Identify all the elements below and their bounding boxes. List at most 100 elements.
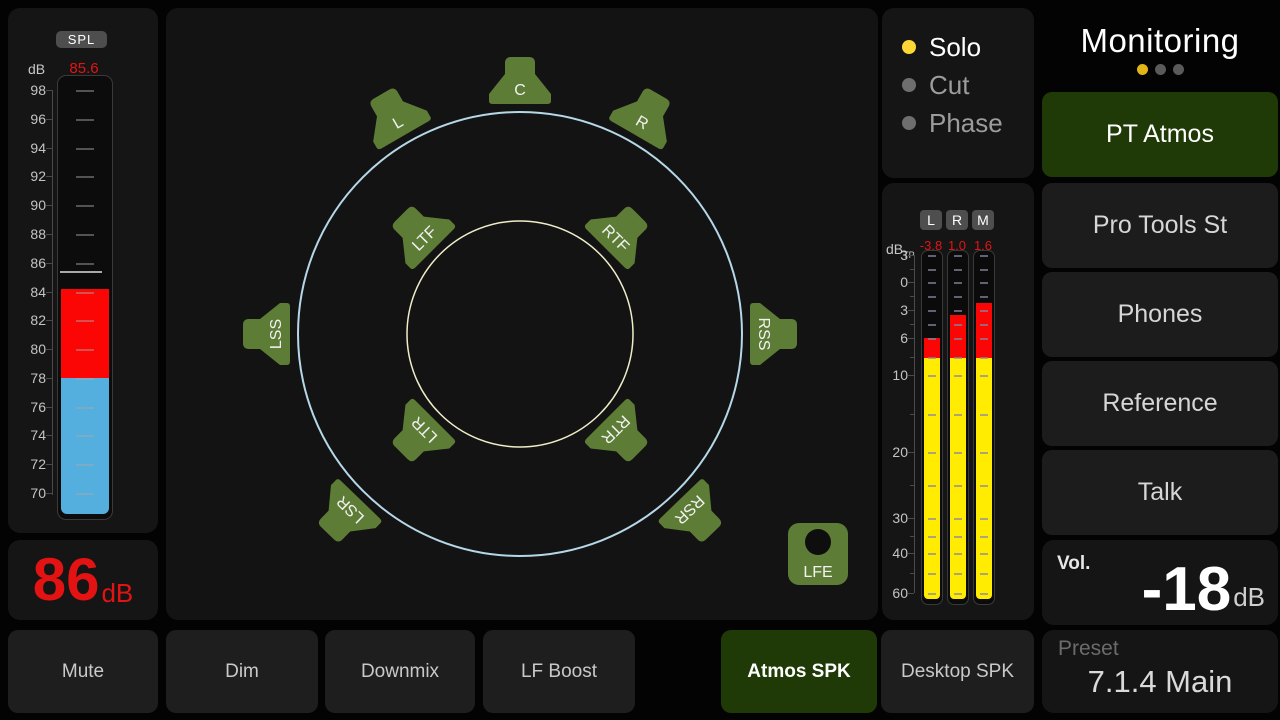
tp-meter-dash: [928, 296, 936, 298]
speaker-lfe[interactable]: LFE: [788, 523, 848, 585]
tp-meter-dash: [980, 357, 988, 359]
volume-value: -18: [1142, 561, 1232, 620]
tp-meter-dash: [954, 536, 962, 538]
spl-peak-hold-line: [60, 271, 102, 273]
tp-scale-tick: [908, 452, 914, 453]
spl-meter-dash: [76, 378, 94, 380]
tp-meter-dash: [928, 324, 936, 326]
mode-item-phase[interactable]: Phase: [882, 104, 1034, 142]
tp-minor-tick: [910, 357, 914, 358]
tp-red-fill: [950, 315, 966, 359]
volume-control[interactable]: Vol. -18 dB: [1042, 540, 1278, 625]
bottom-button-mute[interactable]: Mute: [8, 630, 158, 713]
inner-ring: [407, 221, 633, 447]
tp-meter-dash: [954, 485, 962, 487]
bottom-button-downmix[interactable]: Downmix: [325, 630, 475, 713]
spl-meter-dash: [76, 407, 94, 409]
spl-scale-label: 84: [8, 284, 46, 300]
spl-scale-label: 86: [8, 255, 46, 271]
spl-meter-dash: [76, 205, 94, 207]
true-peak-meters-panel: dBTP 30361020304060L-3.8R1.0M1.6: [882, 183, 1034, 620]
spl-scale-label: 94: [8, 140, 46, 156]
speaker-icon-r: [608, 79, 685, 151]
spl-scale-tick: [46, 176, 52, 177]
tp-channel-badge-l: L: [920, 210, 942, 230]
tp-meter-dash: [954, 452, 962, 454]
speaker-lsr[interactable]: LSR: [305, 478, 382, 555]
spl-meter-dash: [76, 493, 94, 495]
spl-scale-label: 74: [8, 427, 46, 443]
spl-scale-label: 80: [8, 341, 46, 357]
tp-meter-dash: [980, 338, 988, 340]
bottom-button-desktop-spk[interactable]: Desktop SPK: [881, 630, 1034, 713]
page-title: Monitoring: [1042, 22, 1278, 60]
speaker-rtr[interactable]: RTR: [584, 398, 661, 475]
spl-readout-unit: dB: [101, 578, 133, 609]
mode-item-solo[interactable]: Solo: [882, 28, 1034, 66]
tp-meter-bar-l: [921, 250, 943, 605]
speaker-l[interactable]: L: [355, 79, 432, 151]
tp-scale-label: 40: [882, 545, 908, 561]
speaker-c[interactable]: C: [489, 57, 551, 104]
speaker-rtf[interactable]: RTF: [584, 193, 661, 270]
volume-unit: dB: [1233, 582, 1265, 613]
spl-readout-value: 86: [33, 550, 100, 610]
tp-scale-tick: [908, 518, 914, 519]
tp-meter-dash: [954, 573, 962, 575]
tp-minor-tick: [910, 269, 914, 270]
speaker-rsr[interactable]: RSR: [657, 478, 734, 555]
tp-meter-dash: [980, 414, 988, 416]
tp-meter-dash: [980, 269, 988, 271]
mode-dot-cut: [902, 78, 916, 92]
spl-scale-tick: [46, 435, 52, 436]
spl-scale-label: 70: [8, 485, 46, 501]
spl-scale-tick: [46, 320, 52, 321]
tp-minor-tick: [910, 573, 914, 574]
speaker-lss[interactable]: LSS: [243, 303, 290, 365]
source-button-pro-tools-st[interactable]: Pro Tools St: [1042, 183, 1278, 268]
spl-meter-dash: [76, 263, 94, 265]
tp-scale-tick: [908, 375, 914, 376]
source-button-pt-atmos[interactable]: PT Atmos: [1042, 92, 1278, 177]
source-button-reference[interactable]: Reference: [1042, 361, 1278, 446]
speaker-r[interactable]: R: [608, 79, 685, 151]
page-dot-1: [1155, 64, 1166, 75]
speaker-map-panel: C L R LSS RSS LSR RSR LTF RTF LTR RTR LFE: [166, 8, 878, 620]
spl-badge: SPL: [56, 31, 107, 48]
bottom-button-dim[interactable]: Dim: [166, 630, 318, 713]
tp-meter-dash: [980, 255, 988, 257]
tp-meter-dash: [954, 375, 962, 377]
speaker-icon-lsr: [305, 478, 382, 555]
monitoring-header: Monitoring: [1042, 8, 1278, 88]
source-button-talk[interactable]: Talk: [1042, 450, 1278, 535]
tp-scale-label: 6: [882, 330, 908, 346]
speaker-ltr[interactable]: LTR: [379, 398, 456, 475]
speaker-icon-rsr: [657, 478, 734, 555]
spl-scale-tick: [46, 378, 52, 379]
mode-item-cut[interactable]: Cut: [882, 66, 1034, 104]
tp-meter-bar-m: [973, 250, 995, 605]
spl-meter-dash: [76, 349, 94, 351]
bottom-button-atmos-spk[interactable]: Atmos SPK: [721, 630, 877, 713]
spl-scale-label: 82: [8, 312, 46, 328]
speaker-icon-l: [355, 79, 432, 151]
tp-meter-dash: [980, 452, 988, 454]
preset-selector[interactable]: Preset 7.1.4 Main: [1042, 630, 1278, 713]
tp-meter-dash: [954, 414, 962, 416]
spl-axis-line: [52, 90, 53, 495]
tp-scale-tick: [908, 282, 914, 283]
spl-scale-tick: [46, 292, 52, 293]
tp-meter-dash: [980, 324, 988, 326]
speaker-ltf[interactable]: LTF: [379, 193, 456, 270]
spl-meter-bar: [57, 75, 113, 520]
spl-scale-label: 72: [8, 456, 46, 472]
bottom-button-lf-boost[interactable]: LF Boost: [483, 630, 635, 713]
volume-label: Vol.: [1057, 553, 1090, 575]
speaker-rss[interactable]: RSS: [750, 303, 797, 365]
spl-scale-tick: [46, 205, 52, 206]
page-dots: [1042, 64, 1278, 75]
spl-scale-tick: [46, 349, 52, 350]
source-button-phones[interactable]: Phones: [1042, 272, 1278, 357]
speaker-label-lss: LSS: [268, 319, 285, 349]
tp-meter-bar-r: [947, 250, 969, 605]
